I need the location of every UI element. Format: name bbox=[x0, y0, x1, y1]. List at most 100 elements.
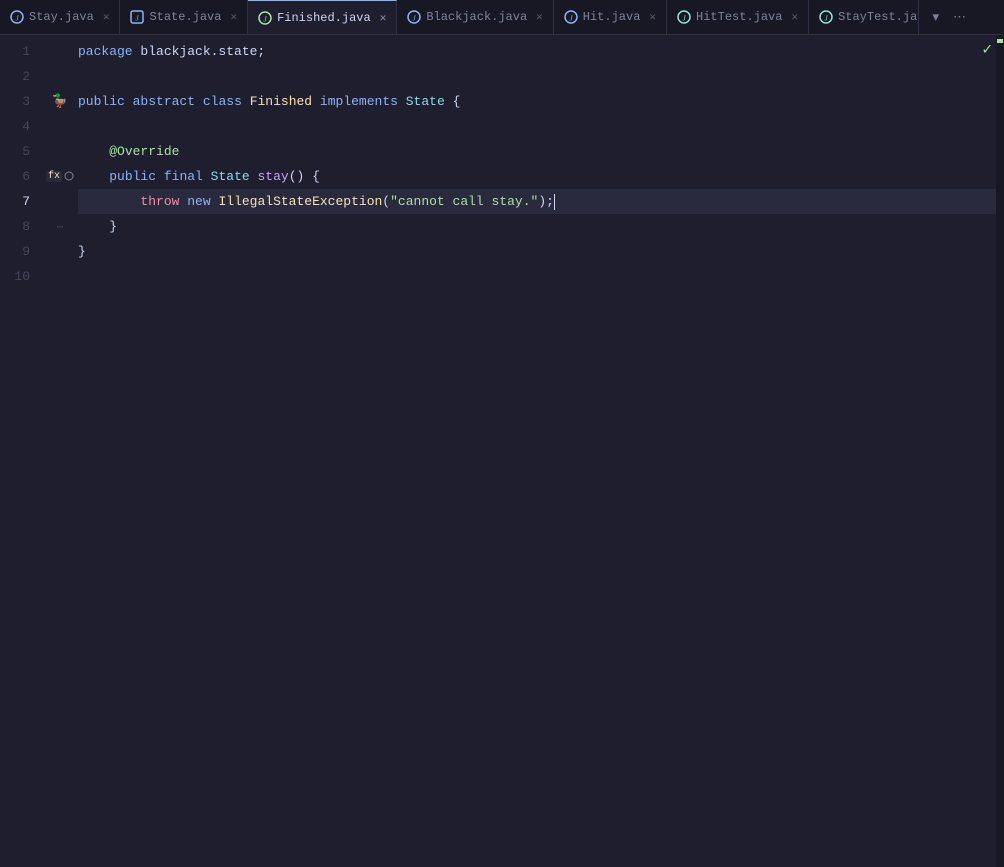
gutter-icon-row-7 bbox=[50, 189, 70, 214]
chevron-down-button[interactable]: ▾ bbox=[928, 7, 943, 27]
code-kw-throw: throw bbox=[140, 189, 179, 214]
hit-tab-close[interactable]: ✕ bbox=[649, 10, 656, 24]
code-annotation-override: @Override bbox=[109, 139, 179, 164]
tab-staytest[interactable]: J StayTest.java bbox=[809, 0, 919, 35]
line-num-9: 9 bbox=[0, 239, 40, 264]
stay-tab-icon: J bbox=[10, 10, 24, 24]
code-space-6a bbox=[156, 164, 164, 189]
svg-text:J: J bbox=[413, 15, 417, 23]
code-space-7a bbox=[179, 189, 187, 214]
svg-text:J: J bbox=[569, 15, 573, 23]
code-space-3b bbox=[195, 89, 203, 114]
gutter-icon-row-5 bbox=[50, 139, 70, 164]
code-kw-implements: implements bbox=[320, 89, 398, 114]
code-indent-8 bbox=[78, 214, 109, 239]
code-kw-public-3: public bbox=[78, 89, 125, 114]
hittest-tab-close[interactable]: ✕ bbox=[791, 10, 798, 24]
duck-icon-line3: 🦆 bbox=[52, 94, 68, 109]
gutter-icon-row-8: ⋯ bbox=[50, 214, 70, 239]
code-brace-open-3: { bbox=[445, 89, 461, 114]
code-type-state-6: State bbox=[211, 164, 250, 189]
fold-icon-line8[interactable]: ⋯ bbox=[57, 220, 64, 234]
line-num-3: 3 bbox=[0, 89, 40, 114]
code-line-6: public final State stay () { bbox=[78, 164, 1004, 189]
state-tab-close[interactable]: ✕ bbox=[230, 10, 237, 24]
line-num-6: 6 bbox=[0, 164, 40, 189]
staytest-tab-icon: J bbox=[819, 10, 833, 24]
code-paren-7b: ); bbox=[538, 189, 554, 214]
line-num-1: 1 bbox=[0, 39, 40, 64]
code-indent-5 bbox=[78, 139, 109, 164]
code-space-6c bbox=[250, 164, 258, 189]
code-brace-close-9: } bbox=[78, 239, 86, 264]
code-line-8: } bbox=[78, 214, 1004, 239]
tab-stay[interactable]: J Stay.java ✕ bbox=[0, 0, 120, 35]
code-space-3c bbox=[242, 89, 250, 114]
code-brace-close-8: } bbox=[109, 214, 117, 239]
code-space-6b bbox=[203, 164, 211, 189]
tab-hit[interactable]: J Hit.java ✕ bbox=[554, 0, 667, 35]
code-editor[interactable]: package blackjack.state; public abstract… bbox=[70, 35, 1004, 867]
code-classname-exception: IllegalStateException bbox=[218, 189, 382, 214]
line-numbers-gutter: 1 2 3 4 5 6 7 8 9 10 bbox=[0, 35, 50, 867]
editor-container: J Stay.java ✕ J State.java ✕ J bbox=[0, 0, 1004, 867]
hittest-tab-icon: J bbox=[677, 10, 691, 24]
tab-bar: J Stay.java ✕ J State.java ✕ J bbox=[0, 0, 1004, 35]
code-line-7: throw new IllegalStateException ( "canno… bbox=[78, 189, 1004, 214]
code-paren-7a: ( bbox=[382, 189, 390, 214]
hittest-tab-label: HitTest.java bbox=[696, 10, 782, 24]
state-tab-label: State.java bbox=[149, 10, 221, 24]
code-space-7b bbox=[211, 189, 219, 214]
svg-text:J: J bbox=[825, 15, 829, 23]
tab-bar-actions: ▾ ⋯ bbox=[928, 7, 974, 27]
code-classname-finished: Finished bbox=[250, 89, 312, 114]
tab-finished[interactable]: J Finished.java ✕ bbox=[248, 0, 397, 35]
gutter-icon-row-3: 🦆 bbox=[50, 89, 70, 114]
tab-state[interactable]: J State.java ✕ bbox=[120, 0, 248, 35]
code-method-stay: stay bbox=[258, 164, 289, 189]
fx-icon-line6[interactable]: fx bbox=[46, 171, 62, 182]
staytest-tab-label: StayTest.java bbox=[838, 10, 919, 24]
code-indent-7 bbox=[78, 189, 140, 214]
line-num-7: 7 bbox=[0, 189, 40, 214]
gutter-icon-row-1 bbox=[50, 39, 70, 64]
line-num-10: 10 bbox=[0, 264, 40, 289]
code-kw-abstract: abstract bbox=[133, 89, 195, 114]
code-line-10 bbox=[78, 264, 1004, 289]
tab-hittest[interactable]: J HitTest.java ✕ bbox=[667, 0, 809, 35]
code-type-state: State bbox=[406, 89, 445, 114]
tab-blackjack[interactable]: J Blackjack.java ✕ bbox=[397, 0, 553, 35]
hit-tab-label: Hit.java bbox=[583, 10, 641, 24]
code-line-3: public abstract class Finished implement… bbox=[78, 89, 1004, 114]
svg-text:J: J bbox=[15, 15, 19, 23]
gutter-icon-row-2 bbox=[50, 64, 70, 89]
more-options-button[interactable]: ⋯ bbox=[949, 7, 970, 27]
svg-text:J: J bbox=[264, 15, 268, 23]
gutter-icon-row-10 bbox=[50, 264, 70, 289]
code-space-3a bbox=[125, 89, 133, 114]
code-kw-new: new bbox=[187, 189, 210, 214]
line-num-2: 2 bbox=[0, 64, 40, 89]
code-line-5: @Override bbox=[78, 139, 1004, 164]
line-num-8: 8 bbox=[0, 214, 40, 239]
stay-tab-close[interactable]: ✕ bbox=[103, 10, 110, 24]
state-tab-icon: J bbox=[130, 10, 144, 24]
code-package-name: blackjack.state; bbox=[133, 39, 266, 64]
scroll-indicator-green bbox=[997, 39, 1003, 43]
scrollbar-right[interactable] bbox=[996, 35, 1004, 867]
gutter-icon-row-6: fx bbox=[50, 164, 70, 189]
code-line-1: package blackjack.state; bbox=[78, 39, 1004, 64]
code-kw-final: final bbox=[164, 164, 203, 189]
editor-area: ✓ 1 2 3 4 5 6 7 8 9 10 🦆 bbox=[0, 35, 1004, 867]
code-space-3e bbox=[398, 89, 406, 114]
code-line-9: } bbox=[78, 239, 1004, 264]
hit-tab-icon: J bbox=[564, 10, 578, 24]
text-cursor bbox=[554, 194, 555, 210]
gutter-icon-row-4 bbox=[50, 114, 70, 139]
finished-tab-close[interactable]: ✕ bbox=[380, 11, 387, 25]
blackjack-tab-close[interactable]: ✕ bbox=[536, 10, 543, 24]
finished-tab-label: Finished.java bbox=[277, 11, 371, 25]
gutter-icon-row-9 bbox=[50, 239, 70, 264]
svg-text:J: J bbox=[136, 15, 140, 23]
blackjack-tab-label: Blackjack.java bbox=[426, 10, 527, 24]
